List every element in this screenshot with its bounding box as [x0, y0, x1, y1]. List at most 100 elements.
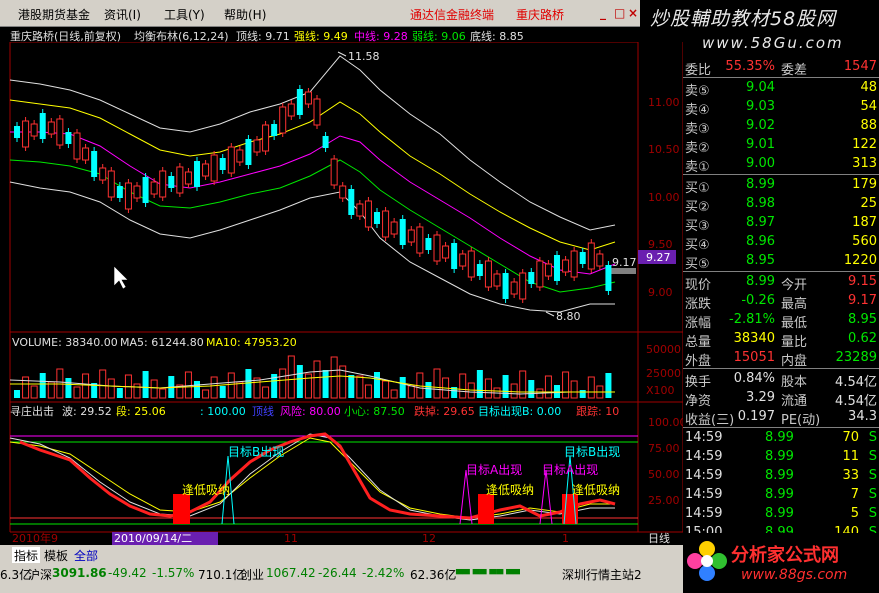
price-tick-1100: 11.00	[648, 96, 680, 109]
candle-body	[425, 238, 432, 250]
volume-bar	[407, 385, 415, 399]
sell-level-1-cell-0: 卖①	[685, 160, 710, 175]
panel-separator	[683, 174, 879, 175]
ticker-cy-amount: 62.36亿	[410, 568, 457, 582]
stat-row-1-cell-2: 最高	[781, 297, 808, 312]
volume-bar	[476, 370, 483, 398]
menu-help[interactable]: 帮助(H)	[224, 6, 266, 23]
order-ratio-row: 委比 55.35% 委差 1547	[683, 58, 879, 78]
current-price-tag-text: 9.27	[646, 251, 671, 264]
volume-bar	[236, 381, 244, 399]
stat-row-4-cell-1: 15051	[733, 350, 775, 365]
stat-row-4-cell-2: 内盘	[781, 354, 808, 369]
stat-row-1-cell-0: 涨跌	[685, 297, 712, 312]
tab-all[interactable]: 全部	[74, 547, 98, 564]
sell-level-4-cell-3: 54	[860, 99, 877, 114]
volume-bar	[39, 373, 46, 398]
candle-body	[544, 263, 552, 277]
indicator-risk: 风险: 80.00	[280, 404, 341, 418]
panel-separator	[683, 77, 879, 78]
tick-price: 8.99	[765, 430, 794, 445]
candle-body	[271, 124, 278, 136]
candle-body	[296, 89, 303, 115]
volume-bar	[184, 371, 192, 399]
sell-level-3-cell-0: 卖③	[685, 122, 710, 137]
stat-row-0-cell-3: 9.15	[848, 274, 877, 289]
candle-body	[253, 139, 261, 153]
volume-bar	[253, 377, 261, 399]
candle-body	[194, 161, 200, 187]
volume-bar	[399, 377, 406, 398]
candle-body	[356, 203, 364, 217]
candle-body	[364, 200, 372, 228]
ticker-sz-label: 沪深	[28, 568, 53, 582]
volume-bar	[570, 380, 578, 399]
x-label-11: 11	[284, 532, 298, 545]
stat-row-3-cell-2: 量比	[781, 335, 808, 350]
candle-body	[227, 146, 235, 174]
volume-bar	[279, 368, 287, 399]
price-tick-1050: 10.50	[648, 143, 680, 156]
candle-body	[322, 136, 329, 148]
fundamental-row-0-cell-0: 换手	[685, 375, 712, 390]
volume-bar	[510, 383, 518, 399]
volume-bar	[425, 382, 432, 398]
tab-indicator[interactable]: 指标	[12, 547, 41, 564]
candle-body	[99, 167, 107, 181]
candle-body	[570, 250, 578, 278]
candle-body	[587, 242, 595, 270]
stat-row-1-cell-1: -0.26	[741, 293, 775, 308]
volume-bar	[296, 365, 303, 398]
menu-hk-futures[interactable]: 港股期货基金	[18, 6, 90, 23]
volume-bar	[502, 375, 509, 398]
order-ratio-row-cell-2: 委差	[781, 63, 808, 78]
tick-flag: S	[868, 506, 877, 521]
signal-bar-2	[478, 494, 494, 524]
tick-flag: S	[868, 468, 877, 483]
mouse-cursor-icon	[113, 265, 129, 290]
candle-body	[159, 170, 167, 198]
volume-bar	[605, 373, 612, 398]
price-tick-1000: 10.00	[648, 191, 680, 204]
volume-bar	[459, 373, 467, 399]
volume-bar	[107, 378, 115, 399]
close-button[interactable]: ×	[628, 6, 638, 20]
tick-price: 8.99	[765, 487, 794, 502]
last-price-label: 9.17	[612, 256, 637, 269]
tab-template[interactable]: 模板	[44, 547, 68, 564]
watermark-logo-88gs: 分析家公式网 www.88gs.com	[683, 533, 879, 593]
candle-body	[133, 185, 141, 199]
volume-bar	[356, 375, 364, 399]
volume-bar	[287, 355, 295, 399]
candle-body	[245, 139, 252, 165]
buy-level-4-cell-1: 8.96	[746, 234, 775, 249]
chart-area[interactable]: 11.00 10.50 10.00 9.50 9.00 9.27 11.58 8…	[0, 42, 683, 545]
buy-level-4: 买④ 8.96 560	[683, 233, 879, 253]
sell-level-1-cell-1: 9.00	[746, 156, 775, 171]
ind-tick-25: 25.00	[648, 494, 680, 507]
low-price-label: 8.80	[556, 310, 581, 323]
ticker-station[interactable]: 深圳行情主站2	[562, 566, 642, 583]
ticker-sz-amount: 710.1亿	[198, 568, 245, 582]
maximize-button[interactable]: □	[614, 6, 625, 20]
volume-bar	[484, 378, 492, 399]
stat-row-2-cell-1: -2.81%	[729, 312, 775, 327]
volume-bar	[313, 360, 321, 399]
volume-bar	[202, 389, 210, 399]
fundamental-row-2-cell-1: 0.197	[737, 409, 775, 424]
fundamental-row-1-cell-3: 4.54亿	[835, 394, 877, 409]
candle-body	[528, 272, 535, 284]
tick-price: 8.99	[765, 506, 794, 521]
fundamental-row-1: 净资 3.29 流通 4.54亿	[683, 389, 879, 409]
menu-news[interactable]: 资讯(I)	[104, 6, 141, 23]
stat-row-0-cell-0: 现价	[685, 278, 712, 293]
indicator-v2: 顶线	[252, 404, 274, 418]
tick-row: 14:59 8.99 70 S	[683, 429, 879, 447]
quote-panel: 委比 55.35% 委差 1547 卖⑤ 9.04 48 卖④ 9.03 54 卖③ 9.02 88 卖②…	[683, 58, 879, 540]
buy-level-2-cell-0: 买②	[685, 200, 710, 215]
price-y-axis: 11.00 10.50 10.00 9.50 9.00	[648, 96, 680, 299]
minimize-button[interactable]: _	[600, 6, 606, 20]
candle-body	[210, 154, 218, 182]
tick-row: 14:59 8.99 33 S	[683, 467, 879, 485]
menu-tools[interactable]: 工具(Y)	[164, 6, 205, 23]
